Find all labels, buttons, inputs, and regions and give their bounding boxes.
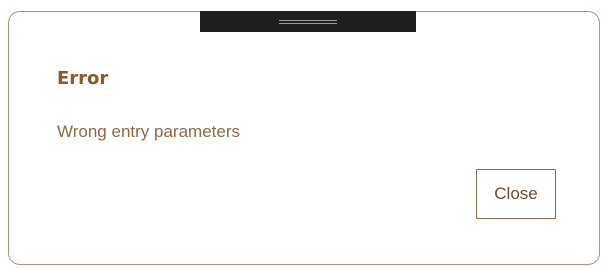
dialog-message: Wrong entry parameters [57,122,240,141]
dialog-drag-handle[interactable] [200,11,416,32]
dialog-title: Error [57,68,109,89]
grip-lines-icon [279,19,337,24]
screen: Error Wrong entry parameters Close [0,0,602,269]
close-button[interactable]: Close [476,169,556,219]
